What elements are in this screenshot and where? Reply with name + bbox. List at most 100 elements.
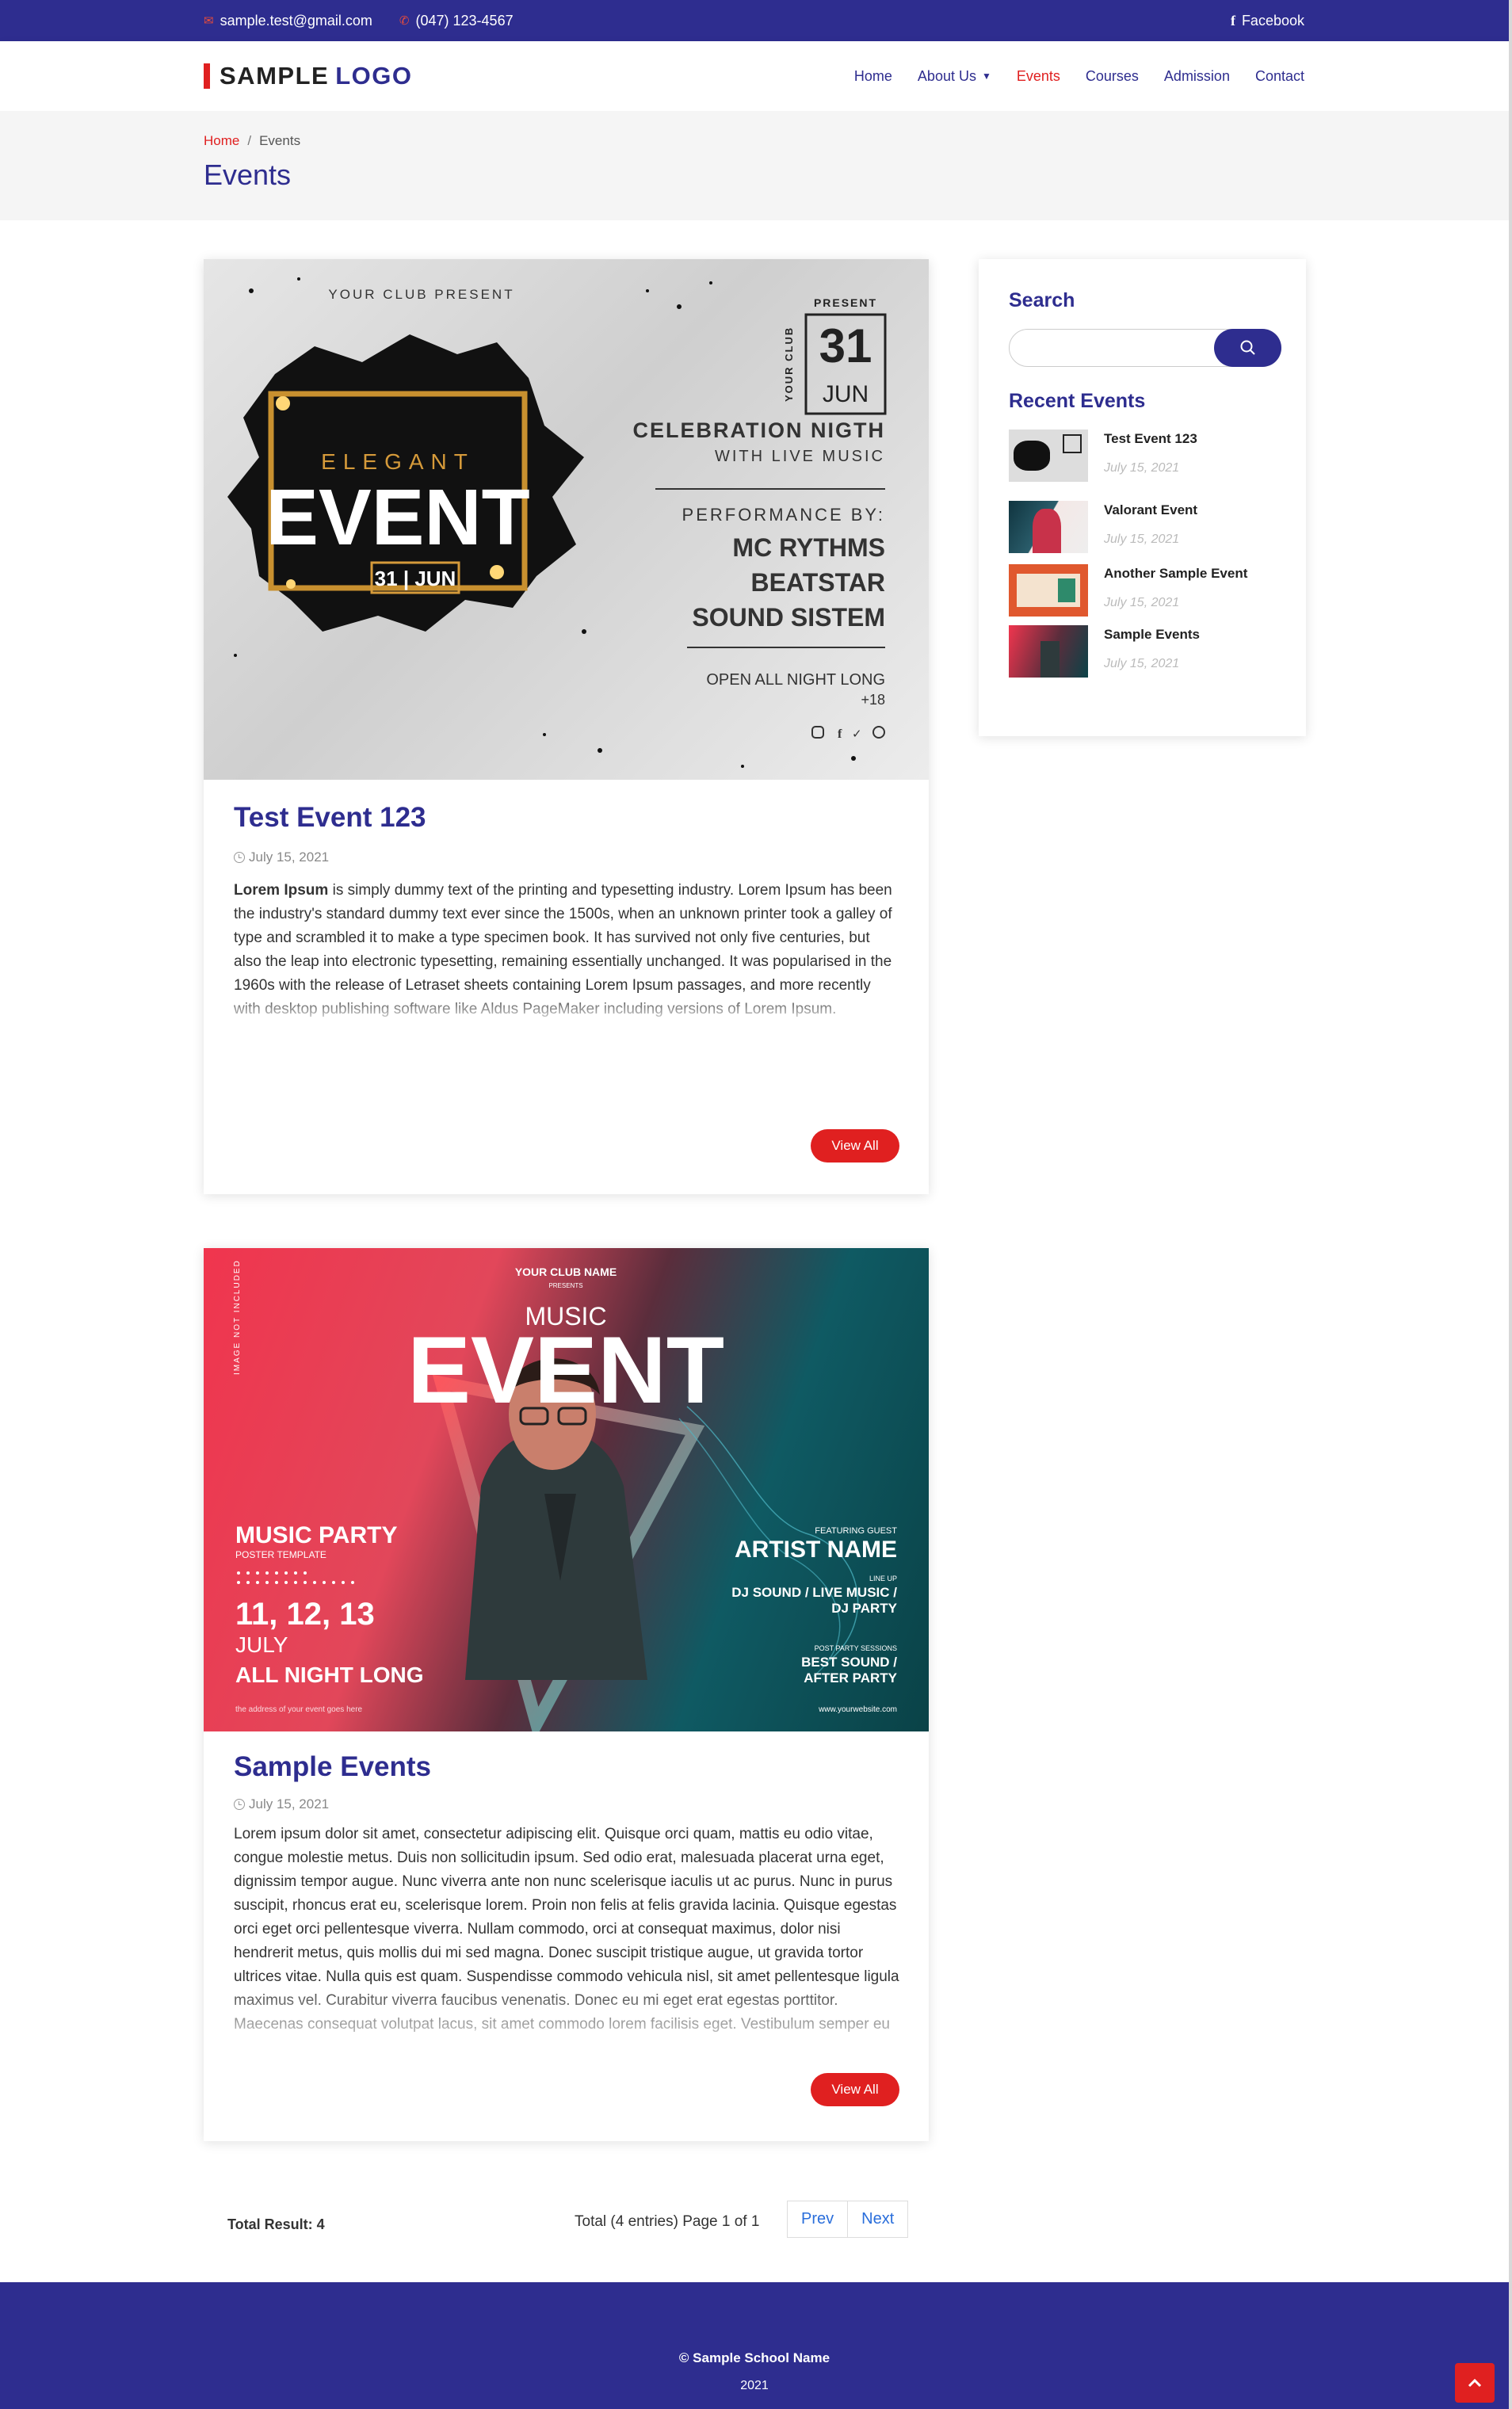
breadcrumb-separator: / bbox=[247, 133, 252, 148]
poster-event: EVENT bbox=[407, 1317, 724, 1423]
nav-contact[interactable]: Contact bbox=[1255, 68, 1304, 85]
facebook-link[interactable]: f Facebook bbox=[1231, 13, 1304, 29]
event-description: Lorem ipsum dolor sit amet, consectetur … bbox=[234, 1823, 899, 2060]
music-poster-art: YOUR CLUB NAME PRESENTS MUSIC EVENT IMAG… bbox=[233, 1259, 898, 1731]
poster-presents: PRESENTS bbox=[548, 1282, 582, 1289]
recent-event-name[interactable]: Another Sample Event bbox=[1104, 566, 1247, 582]
recent-event-info: Valorant Event July 15, 2021 bbox=[1104, 501, 1197, 553]
facebook-label: Facebook bbox=[1241, 12, 1304, 29]
nav-events[interactable]: Events bbox=[1017, 68, 1060, 85]
nav-about-us-label: About Us bbox=[917, 67, 976, 84]
chevron-down-icon: ▼ bbox=[981, 71, 991, 82]
recent-event-info: Another Sample Event July 15, 2021 bbox=[1104, 564, 1247, 617]
phone-text: (047) 123-4567 bbox=[415, 12, 514, 29]
recent-event-name[interactable]: Valorant Event bbox=[1104, 502, 1197, 518]
breadcrumb-home[interactable]: Home bbox=[204, 133, 239, 148]
envelope-icon: ✉ bbox=[204, 14, 214, 28]
poster-p2: BEATSTAR bbox=[751, 568, 885, 597]
view-all-button[interactable]: View All bbox=[811, 2073, 899, 2106]
view-all-button[interactable]: View All bbox=[811, 1129, 899, 1163]
poster-celebration: CELEBRATION NIGTH bbox=[633, 418, 886, 442]
elegant-poster-art: ELEGANT EVENT 31 | JUN YOUR CLUB PRESENT… bbox=[227, 277, 887, 768]
poster-dj-2: DJ PARTY bbox=[831, 1601, 897, 1616]
recent-event-name[interactable]: Test Event 123 bbox=[1104, 431, 1197, 447]
text-fade bbox=[234, 1981, 899, 2060]
recent-event-item[interactable]: Another Sample Event July 15, 2021 bbox=[1009, 564, 1247, 617]
recent-event-name[interactable]: Sample Events bbox=[1104, 627, 1200, 643]
event-title[interactable]: Sample Events bbox=[234, 1751, 431, 1783]
poster-p1: MC RYTHMS bbox=[732, 533, 885, 562]
total-result: Total Result: 4 bbox=[227, 2216, 325, 2232]
footer-year: 2021 bbox=[740, 2379, 769, 2392]
text-fade bbox=[234, 995, 899, 1026]
recent-event-date: July 15, 2021 bbox=[1104, 657, 1180, 670]
svg-text:✓: ✓ bbox=[852, 727, 862, 741]
poster-open: OPEN ALL NIGHT LONG bbox=[706, 671, 885, 689]
poster-word-1: ELEGANT bbox=[321, 449, 475, 474]
scrollbar-edge bbox=[1509, 0, 1512, 2409]
page-hero: Home / Events Events bbox=[0, 111, 1509, 220]
poster-club: YOUR CLUB PRESENT bbox=[328, 287, 514, 302]
recent-event-thumb bbox=[1009, 501, 1088, 553]
poster-allnight: ALL NIGHT LONG bbox=[235, 1663, 423, 1687]
phone-contact[interactable]: ✆ (047) 123-4567 bbox=[399, 13, 514, 29]
poster-best-1: BEST SOUND / bbox=[801, 1655, 897, 1670]
pagination-info: Total (4 entries) Page 1 of 1 bbox=[575, 2213, 760, 2230]
recent-event-item[interactable]: Valorant Event July 15, 2021 bbox=[1009, 501, 1197, 553]
search-title: Search bbox=[1009, 289, 1075, 311]
email-contact[interactable]: ✉ sample.test@gmail.com bbox=[204, 13, 372, 29]
sidebar: Search Recent Events Test Event 123 July… bbox=[979, 259, 1306, 736]
event-image-music[interactable]: YOUR CLUB NAME PRESENTS MUSIC EVENT IMAG… bbox=[204, 1248, 929, 1731]
poster-post: POST PARTY SESSIONS bbox=[815, 1644, 897, 1652]
recent-event-thumb bbox=[1009, 429, 1088, 482]
poster-live: WITH LIVE MUSIC bbox=[715, 448, 885, 465]
poster-p3: SOUND SISTEM bbox=[692, 603, 885, 632]
nav-admission[interactable]: Admission bbox=[1164, 68, 1230, 85]
poster-day: 31 bbox=[819, 319, 872, 372]
pagination-buttons: Prev Next bbox=[787, 2201, 909, 2238]
breadcrumb: Home / Events bbox=[204, 133, 300, 149]
recent-event-date: July 15, 2021 bbox=[1104, 596, 1180, 609]
nav-home[interactable]: Home bbox=[854, 68, 892, 85]
nav-courses[interactable]: Courses bbox=[1086, 68, 1139, 85]
poster-best-2: AFTER PARTY bbox=[804, 1670, 897, 1686]
recent-event-info: Test Event 123 July 15, 2021 bbox=[1104, 429, 1197, 482]
poster-club-name: YOUR CLUB NAME bbox=[515, 1266, 617, 1278]
event-date: July 15, 2021 bbox=[234, 849, 329, 865]
poster-dj-1: DJ SOUND / LIVE MUSIC / bbox=[731, 1585, 897, 1600]
scroll-to-top-button[interactable] bbox=[1455, 2363, 1495, 2403]
logo-text-2: LOGO bbox=[335, 62, 413, 90]
poster-side-text: IMAGE NOT INCLUDED bbox=[233, 1259, 242, 1375]
recent-event-thumb bbox=[1009, 625, 1088, 678]
footer-copyright: © Sample School Name bbox=[678, 2350, 830, 2365]
poster-perf: PERFORMANCE BY: bbox=[682, 505, 885, 525]
poster-date: 31 | JUN bbox=[375, 567, 456, 590]
poster-web: www.yourwebsite.com bbox=[818, 1705, 897, 1714]
event-date-text: July 15, 2021 bbox=[249, 1796, 330, 1812]
site-logo[interactable]: SAMPLE LOGO bbox=[204, 62, 413, 90]
prev-button[interactable]: Prev bbox=[788, 2201, 847, 2237]
svg-text:f: f bbox=[838, 727, 842, 741]
recent-event-item[interactable]: Sample Events July 15, 2021 bbox=[1009, 625, 1200, 678]
event-title[interactable]: Test Event 123 bbox=[234, 802, 426, 834]
poster-age: +18 bbox=[861, 692, 885, 708]
poster-month: JUN bbox=[823, 381, 869, 407]
poster-present: PRESENT bbox=[814, 296, 877, 309]
poster-dates: 11, 12, 13 bbox=[235, 1597, 375, 1632]
search-button[interactable] bbox=[1214, 329, 1281, 367]
search-icon bbox=[1240, 340, 1255, 355]
next-button[interactable]: Next bbox=[847, 2201, 907, 2237]
nav-about-us[interactable]: About Us ▼ bbox=[918, 68, 991, 85]
recent-event-date: July 15, 2021 bbox=[1104, 461, 1180, 475]
poster-lineup: LINE UP bbox=[869, 1575, 897, 1582]
poster-artist: ARTIST NAME bbox=[735, 1537, 897, 1563]
logo-text-1: SAMPLE bbox=[220, 62, 330, 90]
recent-events-title: Recent Events bbox=[1009, 390, 1146, 412]
event-description: Lorem Ipsum is simply dummy text of the … bbox=[234, 879, 899, 1026]
breadcrumb-current: Events bbox=[259, 133, 301, 148]
recent-event-item[interactable]: Test Event 123 July 15, 2021 bbox=[1009, 429, 1197, 482]
logo-bar bbox=[204, 63, 210, 89]
footer: © Sample School Name 2021 bbox=[0, 2282, 1509, 2409]
event-image-elegant[interactable]: ELEGANT EVENT 31 | JUN YOUR CLUB PRESENT… bbox=[204, 259, 929, 780]
poster-address: the address of your event goes here bbox=[235, 1705, 363, 1714]
